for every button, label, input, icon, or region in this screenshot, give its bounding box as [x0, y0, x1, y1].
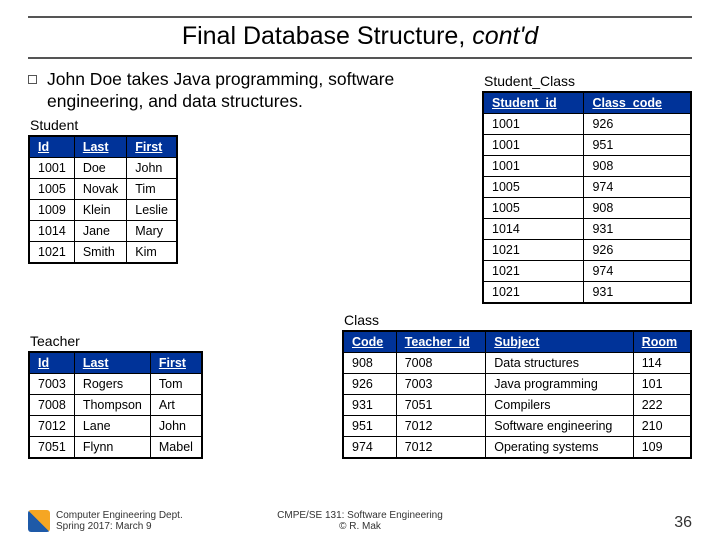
bullet-text: John Doe takes Java programming, softwar…	[47, 69, 468, 113]
table-row: 7051FlynnMabel	[29, 437, 202, 459]
table-row: 1005NovakTim	[29, 178, 177, 199]
page-number: 36	[471, 514, 692, 532]
column-header: Teacher_id	[396, 331, 486, 353]
student-class-table: Student_idClass_code10019261001951100190…	[482, 91, 692, 304]
table-row: 1021974	[483, 261, 691, 282]
class-label: Class	[344, 312, 692, 328]
column-header: Class_code	[584, 92, 691, 114]
table-row: 1001951	[483, 135, 691, 156]
table-row: 9747012Operating systems109	[343, 437, 691, 459]
footer-dept: Computer Engineering Dept.	[56, 510, 183, 521]
table-row: 1021926	[483, 240, 691, 261]
column-header: First	[127, 136, 177, 158]
table-row: 7012LaneJohn	[29, 416, 202, 437]
column-header: Subject	[486, 331, 633, 353]
column-header: Room	[633, 331, 691, 353]
table-row: 1014JaneMary	[29, 220, 177, 241]
table-row: 9087008Data structures114	[343, 353, 691, 374]
teacher-label: Teacher	[30, 333, 328, 349]
table-row: 7003RogersTom	[29, 374, 202, 395]
table-row: 9517012Software engineering210	[343, 416, 691, 437]
table-row: 1001DoeJohn	[29, 157, 177, 178]
column-header: Id	[29, 352, 74, 374]
table-row: 1009KleinLeslie	[29, 199, 177, 220]
footer-course: CMPE/SE 131: Software Engineering	[249, 510, 470, 521]
footer-copyright: © R. Mak	[249, 521, 470, 532]
table-row: 7008ThompsonArt	[29, 395, 202, 416]
column-header: Code	[343, 331, 396, 353]
column-header: Last	[74, 352, 150, 374]
bullet-icon	[28, 75, 37, 84]
table-row: 1005908	[483, 198, 691, 219]
column-header: Last	[74, 136, 126, 158]
column-header: First	[150, 352, 202, 374]
table-row: 1021931	[483, 282, 691, 304]
table-row: 1021SmithKim	[29, 241, 177, 263]
slide-title: Final Database Structure, cont'd	[28, 16, 692, 59]
table-row: 1001908	[483, 156, 691, 177]
title-italic: cont'd	[472, 22, 538, 50]
column-header: Id	[29, 136, 74, 158]
table-row: 1014931	[483, 219, 691, 240]
title-main: Final Database Structure,	[182, 22, 472, 50]
student-label: Student	[30, 117, 468, 133]
student-class-label: Student_Class	[484, 73, 692, 89]
sjsu-logo-icon	[28, 510, 50, 532]
footer: Computer Engineering Dept. Spring 2017: …	[0, 510, 720, 532]
column-header: Student_id	[483, 92, 584, 114]
footer-date: Spring 2017: March 9	[56, 521, 183, 532]
class-table: CodeTeacher_idSubjectRoom9087008Data str…	[342, 330, 692, 459]
table-row: 1001926	[483, 114, 691, 135]
table-row: 1005974	[483, 177, 691, 198]
table-row: 9267003Java programming101	[343, 374, 691, 395]
student-table: IdLastFirst1001DoeJohn1005NovakTim1009Kl…	[28, 135, 178, 264]
teacher-table: IdLastFirst7003RogersTom7008ThompsonArt7…	[28, 351, 203, 459]
table-row: 9317051Compilers222	[343, 395, 691, 416]
